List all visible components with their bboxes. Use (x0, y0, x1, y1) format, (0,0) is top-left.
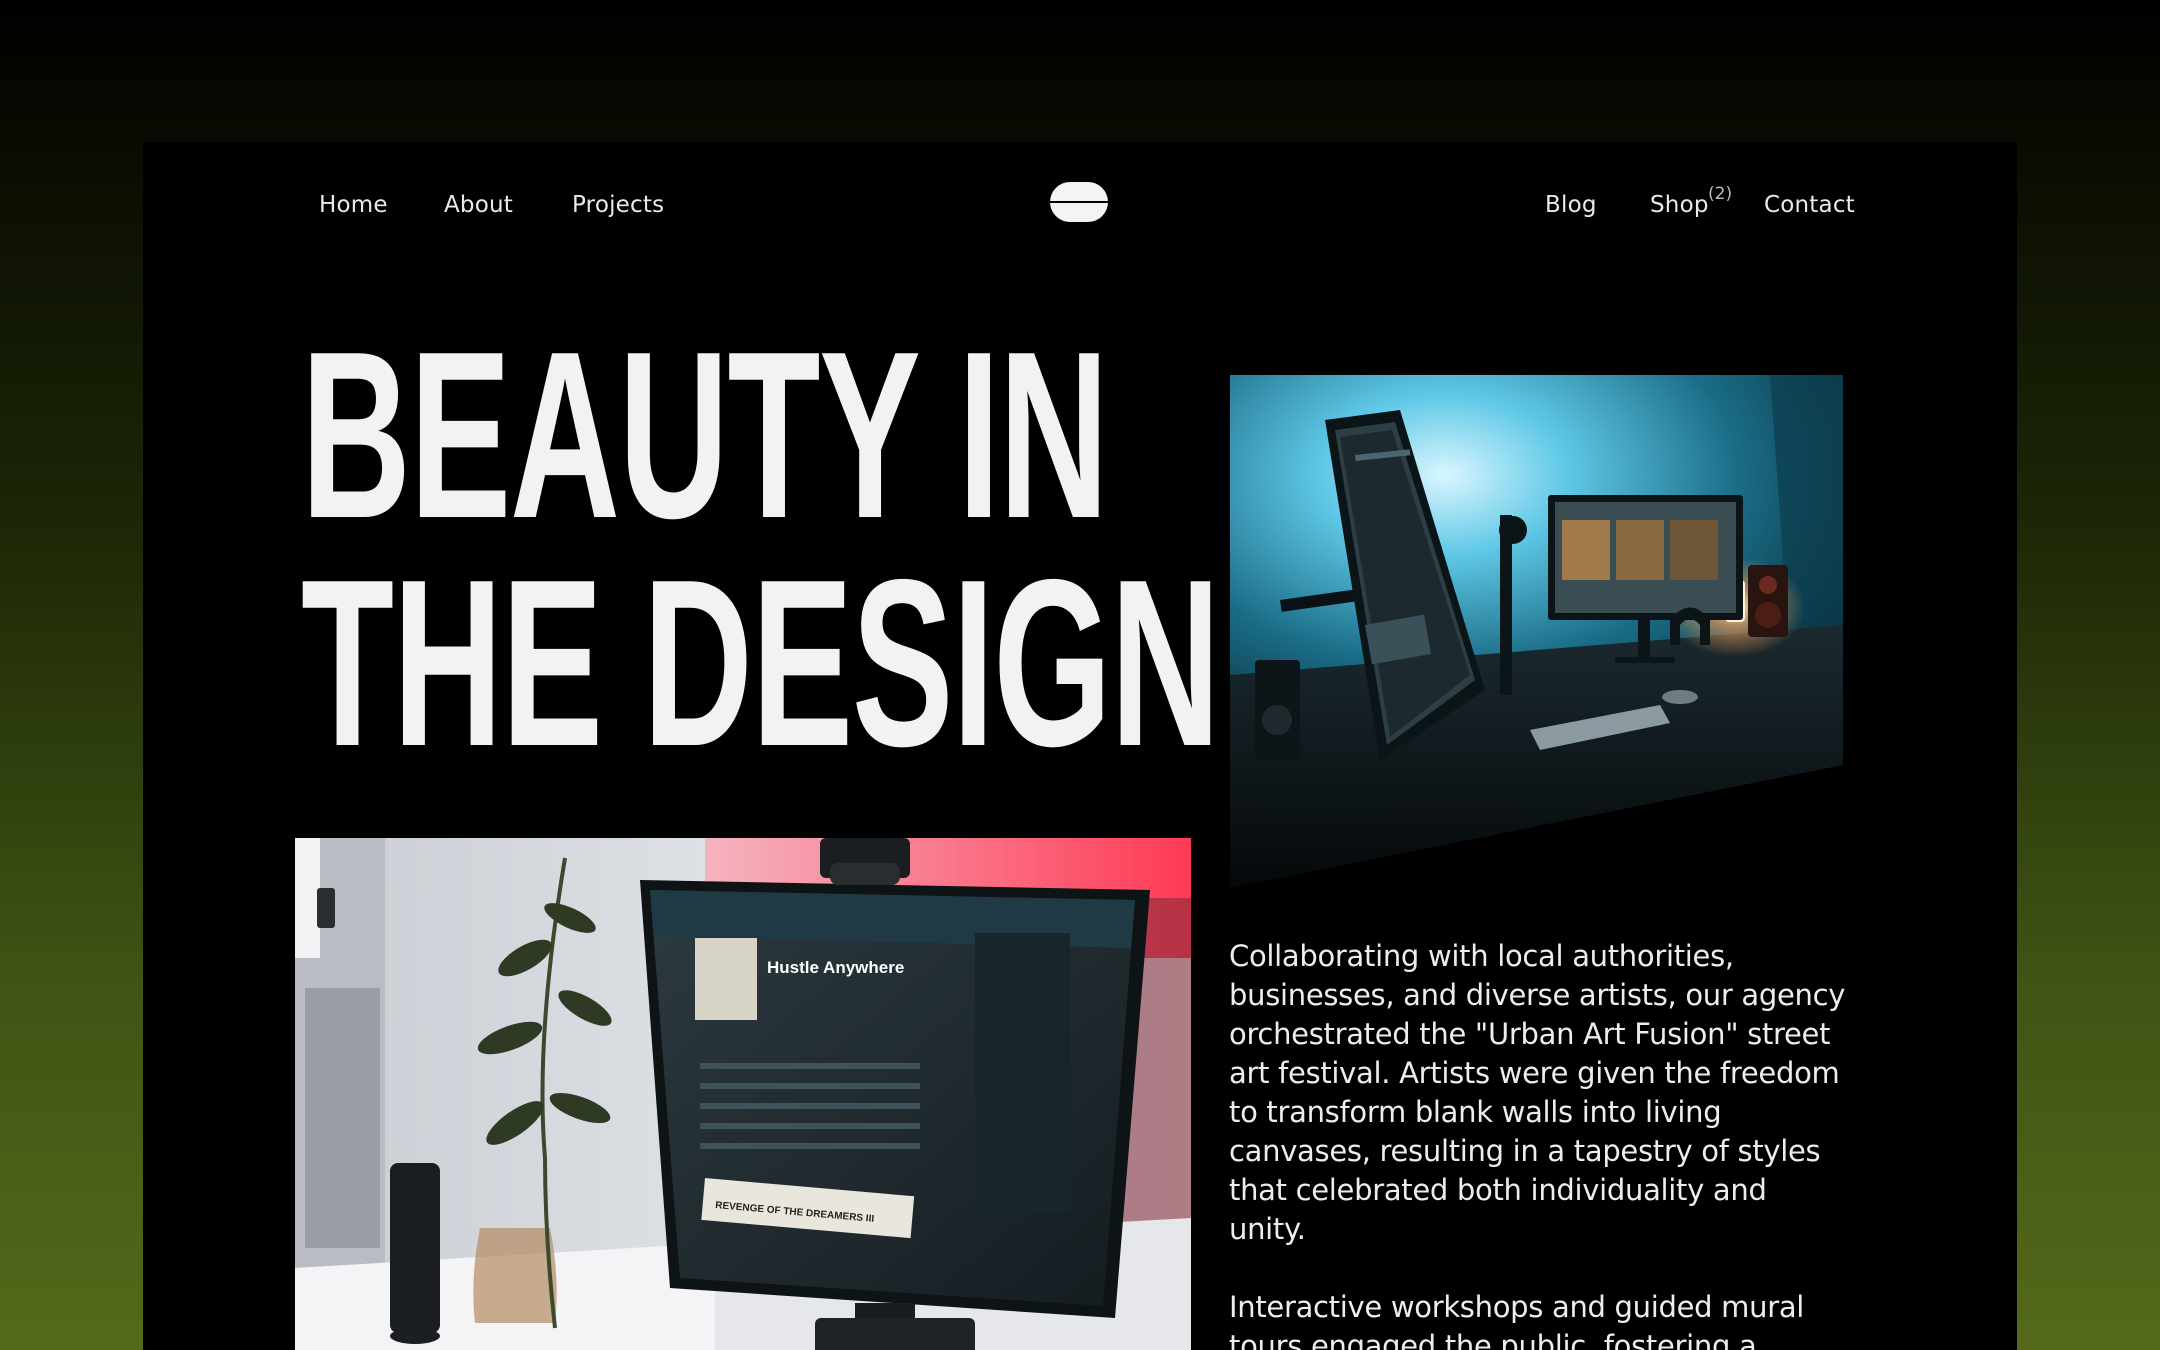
description-paragraph-2: Interactive workshops and guided mural t… (1229, 1290, 1805, 1350)
nav-projects-link[interactable]: Projects (572, 192, 664, 218)
monitor-workspace-photo: Hustle Anywhere REVENGE OF THE DREAMERS … (295, 838, 1191, 1350)
project-description: Collaborating with local authorities, bu… (1229, 937, 1849, 1350)
nav-blog-link[interactable]: Blog (1545, 192, 1597, 218)
nav-about-link[interactable]: About (444, 192, 513, 218)
nav-home-link[interactable]: Home (319, 192, 388, 218)
hero-heading: BEAUTY IN THE DESIGN (301, 303, 1220, 796)
hero-line-1: BEAUTY IN (301, 303, 1109, 568)
description-paragraph-1: Collaborating with local authorities, bu… (1229, 939, 1846, 1246)
logo[interactable] (1050, 182, 1108, 222)
monitor-workspace-illustration: Hustle Anywhere REVENGE OF THE DREAMERS … (295, 838, 1191, 1350)
desk-setup-photo (1230, 375, 1843, 888)
shop-cart-count: (2) (1708, 184, 1733, 204)
logo-divider (1050, 201, 1108, 203)
page-frame: Home About Projects Blog Shop (2) Contac… (143, 142, 2017, 1350)
nav-contact-link[interactable]: Contact (1764, 192, 1855, 218)
desk-setup-illustration (1230, 375, 1843, 888)
hero-line-2: THE DESIGN (301, 531, 1220, 796)
nav-shop-link[interactable]: Shop (1650, 192, 1709, 218)
screen-title-text: Hustle Anywhere (767, 958, 904, 977)
